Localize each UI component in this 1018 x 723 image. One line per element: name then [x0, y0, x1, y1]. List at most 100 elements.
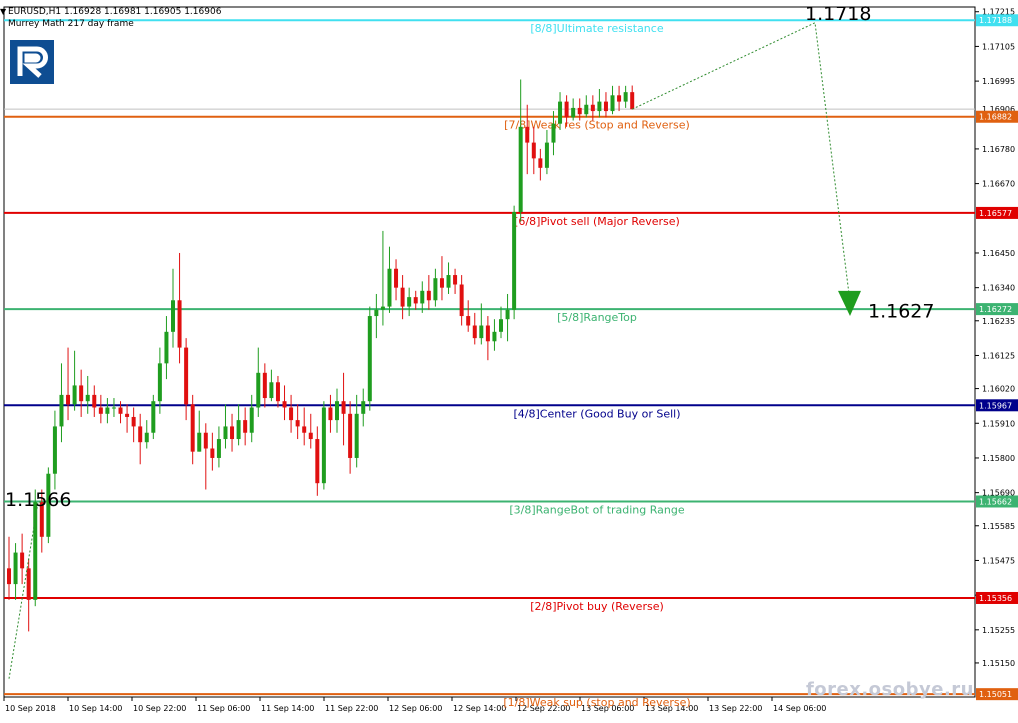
annotation-label: 1.1566	[5, 489, 71, 511]
candle-body	[216, 439, 221, 458]
candle-body	[518, 126, 523, 212]
candle-body	[249, 407, 254, 433]
candle-body	[256, 372, 261, 408]
candle-body	[151, 401, 156, 433]
candle-body	[131, 416, 136, 427]
candle-body	[623, 92, 628, 102]
x-tick-label: 12 Sep 14:00	[453, 704, 506, 713]
y-tick-label: 1.16340	[982, 284, 1015, 293]
candle-body	[485, 325, 490, 342]
y-tick-label: 1.15475	[982, 556, 1015, 565]
price-chart[interactable]: 1.17215 1.17105 1.16995 1.16780 1.16670 1.164…	[0, 0, 1018, 719]
candle-body	[571, 107, 576, 118]
candle-body	[164, 331, 169, 364]
candle-body	[236, 420, 241, 440]
candle-body	[505, 309, 510, 320]
candle-body	[197, 432, 202, 452]
candle-body	[584, 104, 589, 115]
candle-body	[335, 401, 339, 421]
candle-body	[374, 309, 379, 317]
y-tick-label: 1.16125	[982, 351, 1015, 360]
candle-body	[387, 268, 392, 307]
candle-body	[98, 407, 103, 414]
candle-body	[111, 407, 116, 409]
candle-body	[13, 552, 18, 585]
candle-body	[492, 331, 497, 342]
candle-body	[531, 142, 536, 159]
y-tick-label: 1.15800	[982, 454, 1015, 463]
candle-body	[20, 552, 25, 569]
candle-body	[203, 432, 208, 449]
candle-body	[617, 95, 622, 102]
candle-body	[348, 413, 353, 458]
candle-body	[433, 278, 438, 301]
candle-body	[105, 407, 110, 414]
candle-body	[26, 568, 31, 600]
murrey-level-label: [1/8]Weak sup (stop and Reverse)	[503, 696, 690, 709]
x-tick-label: 10 Sep 2018	[5, 704, 56, 713]
candle-body	[610, 95, 615, 112]
candle-body	[275, 382, 280, 402]
candle-body	[407, 297, 412, 307]
candle-body	[597, 101, 602, 112]
symbol-info: EURUSD,H1 1.16928 1.16981 1.16905 1.1690…	[8, 7, 222, 17]
level-price-label: 1.15051	[979, 690, 1012, 699]
annotation-label: 1.1718	[805, 3, 871, 25]
candle-body	[354, 413, 359, 458]
candle-body	[453, 275, 458, 285]
level-price-label: 1.15356	[979, 594, 1012, 603]
candle-body	[223, 426, 228, 440]
murrey-level-label: [3/8]RangeBot of trading Range	[509, 503, 684, 516]
candle-body	[66, 394, 71, 405]
candle-body	[92, 394, 97, 408]
murrey-level-label: [6/8]Pivot sell (Major Reverse)	[514, 215, 680, 228]
level-price-label: 1.16882	[979, 113, 1012, 122]
x-tick-label: 14 Sep 06:00	[773, 704, 826, 713]
annotation-label: 1.1627	[868, 301, 934, 323]
candle-body	[413, 297, 418, 304]
y-tick-label: 1.16020	[982, 385, 1015, 394]
candle-body	[367, 316, 372, 402]
candle-body	[85, 394, 90, 402]
candle-body	[52, 426, 57, 474]
candle-body	[564, 101, 569, 118]
x-tick-label: 11 Sep 22:00	[325, 704, 378, 713]
y-tick-label: 1.16995	[982, 77, 1015, 86]
candle-body	[380, 306, 385, 310]
candle-body	[577, 107, 582, 115]
candle-body	[630, 92, 635, 110]
candle-body	[499, 319, 503, 332]
x-tick-label: 11 Sep 14:00	[261, 704, 314, 713]
y-tick-label: 1.17105	[982, 42, 1015, 51]
plot-frame	[3, 6, 976, 698]
murrey-level-label: [7/8]Weak res (Stop and Reverse)	[504, 119, 690, 132]
murrey-level-label: [2/8]Pivot buy (Reverse)	[530, 600, 664, 613]
candle-body	[394, 268, 399, 288]
broker-logo	[10, 40, 54, 84]
y-tick-label: 1.15910	[982, 419, 1015, 428]
candle-body	[590, 104, 595, 112]
x-tick-label: 10 Sep 22:00	[133, 704, 186, 713]
candle-body	[308, 432, 313, 440]
candle-body	[479, 325, 484, 339]
chart-canvas[interactable]: 1.172151.171051.169951.167801.166701.164…	[0, 0, 1018, 719]
chart-menu-icon[interactable]: ▼	[0, 7, 6, 16]
candle-body	[420, 290, 425, 304]
level-price-label: 1.15967	[979, 401, 1012, 410]
candle-body	[544, 142, 549, 168]
indicator-info: Murrey Math 217 day frame	[8, 19, 134, 29]
candle-body	[289, 407, 294, 421]
candle-body	[295, 420, 300, 427]
murrey-level-label: [8/8]Ultimate resistance	[530, 22, 663, 35]
x-tick-label: 13 Sep 22:00	[709, 704, 762, 713]
candle-body	[400, 287, 405, 307]
candle-body	[118, 407, 123, 414]
candle-body	[315, 439, 320, 484]
down-arrow-marker	[838, 290, 861, 317]
candle-body	[446, 275, 451, 288]
candle-body	[190, 404, 195, 452]
candle-body	[171, 300, 175, 332]
candle-body	[551, 123, 556, 143]
candle-body	[59, 394, 64, 427]
candle-body	[184, 347, 189, 405]
